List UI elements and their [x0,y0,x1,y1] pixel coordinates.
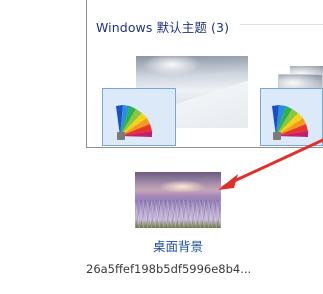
red-arrow-annotation [218,138,323,190]
